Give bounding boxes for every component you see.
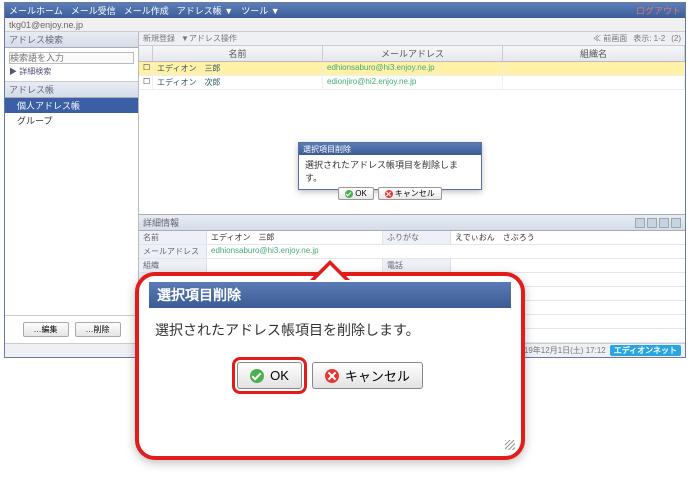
col-org[interactable]: 組織名 bbox=[503, 46, 685, 61]
table-row[interactable]: ☐ エディオン 次郎 edionjiro@hi2.enjoy.ne.jp bbox=[139, 76, 685, 90]
callout-title: 選択項目削除 bbox=[149, 282, 511, 308]
col-mail[interactable]: メールアドレス bbox=[323, 46, 503, 61]
table-row[interactable]: ☐ エディオン 三郎 edhionsaburo@hi3.enjoy.ne.jp bbox=[139, 62, 685, 76]
row-check[interactable]: ☐ bbox=[139, 76, 153, 89]
row-org bbox=[503, 62, 685, 75]
cancel-label: キャンセル bbox=[395, 188, 435, 199]
row-mail: edhionsaburo@hi3.enjoy.ne.jp bbox=[323, 62, 503, 75]
ok-label: OK bbox=[270, 368, 289, 383]
sidebar-item-personal[interactable]: 個人アドレス帳 bbox=[5, 98, 138, 113]
toolbar-of: (2) bbox=[671, 34, 681, 43]
ok-icon bbox=[250, 369, 264, 383]
dl-tel: 電話 bbox=[383, 259, 451, 272]
col-name[interactable]: 名前 bbox=[153, 46, 323, 61]
confirm-dialog: 選択項目削除 選択されたアドレス帳項目を削除します。 OK キャンセル bbox=[298, 142, 482, 190]
toolbar-count: 表示: 1-2 bbox=[633, 33, 665, 44]
row-org bbox=[503, 76, 685, 89]
delete-button[interactable]: …削除 bbox=[75, 322, 121, 337]
content-toolbar: 新規登録 ▼アドレス操作 ≪ 前画面 表示: 1-2 (2) bbox=[139, 32, 685, 46]
tab-tools[interactable]: ツール ▼ bbox=[241, 4, 279, 17]
tab-address[interactable]: アドレス帳 ▼ bbox=[177, 4, 233, 17]
row-mail: edionjiro@hi2.enjoy.ne.jp bbox=[323, 76, 503, 89]
callout-ok-button[interactable]: OK bbox=[237, 362, 302, 389]
row-check[interactable]: ☐ bbox=[139, 62, 153, 75]
ok-icon bbox=[345, 190, 353, 198]
user-email: tkg01@enjoy.ne.jp bbox=[9, 20, 83, 30]
main-header: メールホーム メール受信 メール作成 アドレス帳 ▼ ツール ▼ ログアウト bbox=[5, 3, 685, 18]
dl-furi: ふりがな bbox=[383, 231, 451, 244]
col-check[interactable] bbox=[139, 46, 153, 61]
row-name: エディオン 三郎 bbox=[153, 62, 323, 75]
cancel-icon bbox=[385, 190, 393, 198]
dialog-cancel-button[interactable]: キャンセル bbox=[378, 187, 442, 200]
callout-message: 選択されたアドレス帳項目を削除します。 bbox=[139, 312, 521, 348]
cancel-icon bbox=[325, 369, 339, 383]
sidebar: アドレス検索 ▶ 詳細検索 アドレス帳 個人アドレス帳 グループ …編集 …削除 bbox=[5, 32, 139, 343]
tab-mail-new[interactable]: メール作成 bbox=[124, 4, 169, 17]
ok-label: OK bbox=[355, 189, 367, 198]
dv-mail: edhionsaburo@hi3.enjoy.ne.jp bbox=[207, 245, 685, 258]
row-name: エディオン 次郎 bbox=[153, 76, 323, 89]
footer-ts: 2019年12月1日(土) 17:12 bbox=[515, 345, 606, 356]
resize-handle-icon[interactable] bbox=[505, 440, 515, 450]
grid-header: 名前 メールアドレス 組織名 bbox=[139, 46, 685, 62]
dv-name: エディオン 三郎 bbox=[207, 231, 383, 244]
book-panel-title: アドレス帳 bbox=[5, 82, 138, 98]
dialog-ok-button[interactable]: OK bbox=[338, 187, 374, 200]
cancel-label: キャンセル bbox=[345, 366, 410, 385]
dialog-message: 選択されたアドレス帳項目を削除します。 bbox=[305, 158, 475, 184]
footer-brand: エディオンネット bbox=[610, 345, 681, 356]
user-bar: tkg01@enjoy.ne.jp bbox=[5, 18, 685, 32]
tab-mail-home[interactable]: メールホーム bbox=[9, 4, 63, 17]
callout-zoom: 選択項目削除 選択されたアドレス帳項目を削除します。 OK キャンセル bbox=[135, 272, 525, 460]
dl-mail: メールアドレス bbox=[139, 245, 207, 258]
toolbar-back[interactable]: ≪ 前画面 bbox=[593, 33, 627, 44]
tab-mail-recv[interactable]: メール受信 bbox=[71, 4, 116, 17]
dv-org bbox=[207, 259, 383, 272]
logout-link[interactable]: ログアウト bbox=[636, 4, 681, 17]
callout-cancel-button[interactable]: キャンセル bbox=[312, 362, 423, 389]
search-panel-title: アドレス検索 bbox=[5, 32, 138, 48]
dv-furi: えでぃおん さぶろう bbox=[451, 231, 685, 244]
dl-org: 組織 bbox=[139, 259, 207, 272]
detail-search-link[interactable]: ▶ 詳細検索 bbox=[9, 66, 134, 77]
dialog-title: 選択項目削除 bbox=[299, 143, 481, 155]
crumb-new[interactable]: 新規登録 bbox=[143, 33, 175, 44]
dv-tel bbox=[451, 259, 685, 272]
dl-name: 名前 bbox=[139, 231, 207, 244]
detail-title: 詳細情報 bbox=[143, 216, 179, 229]
detail-tools[interactable] bbox=[635, 218, 681, 228]
crumb-ops[interactable]: ▼アドレス操作 bbox=[181, 33, 237, 44]
sidebar-item-group[interactable]: グループ bbox=[5, 113, 138, 128]
search-input[interactable] bbox=[9, 52, 134, 64]
edit-button[interactable]: …編集 bbox=[23, 322, 69, 337]
